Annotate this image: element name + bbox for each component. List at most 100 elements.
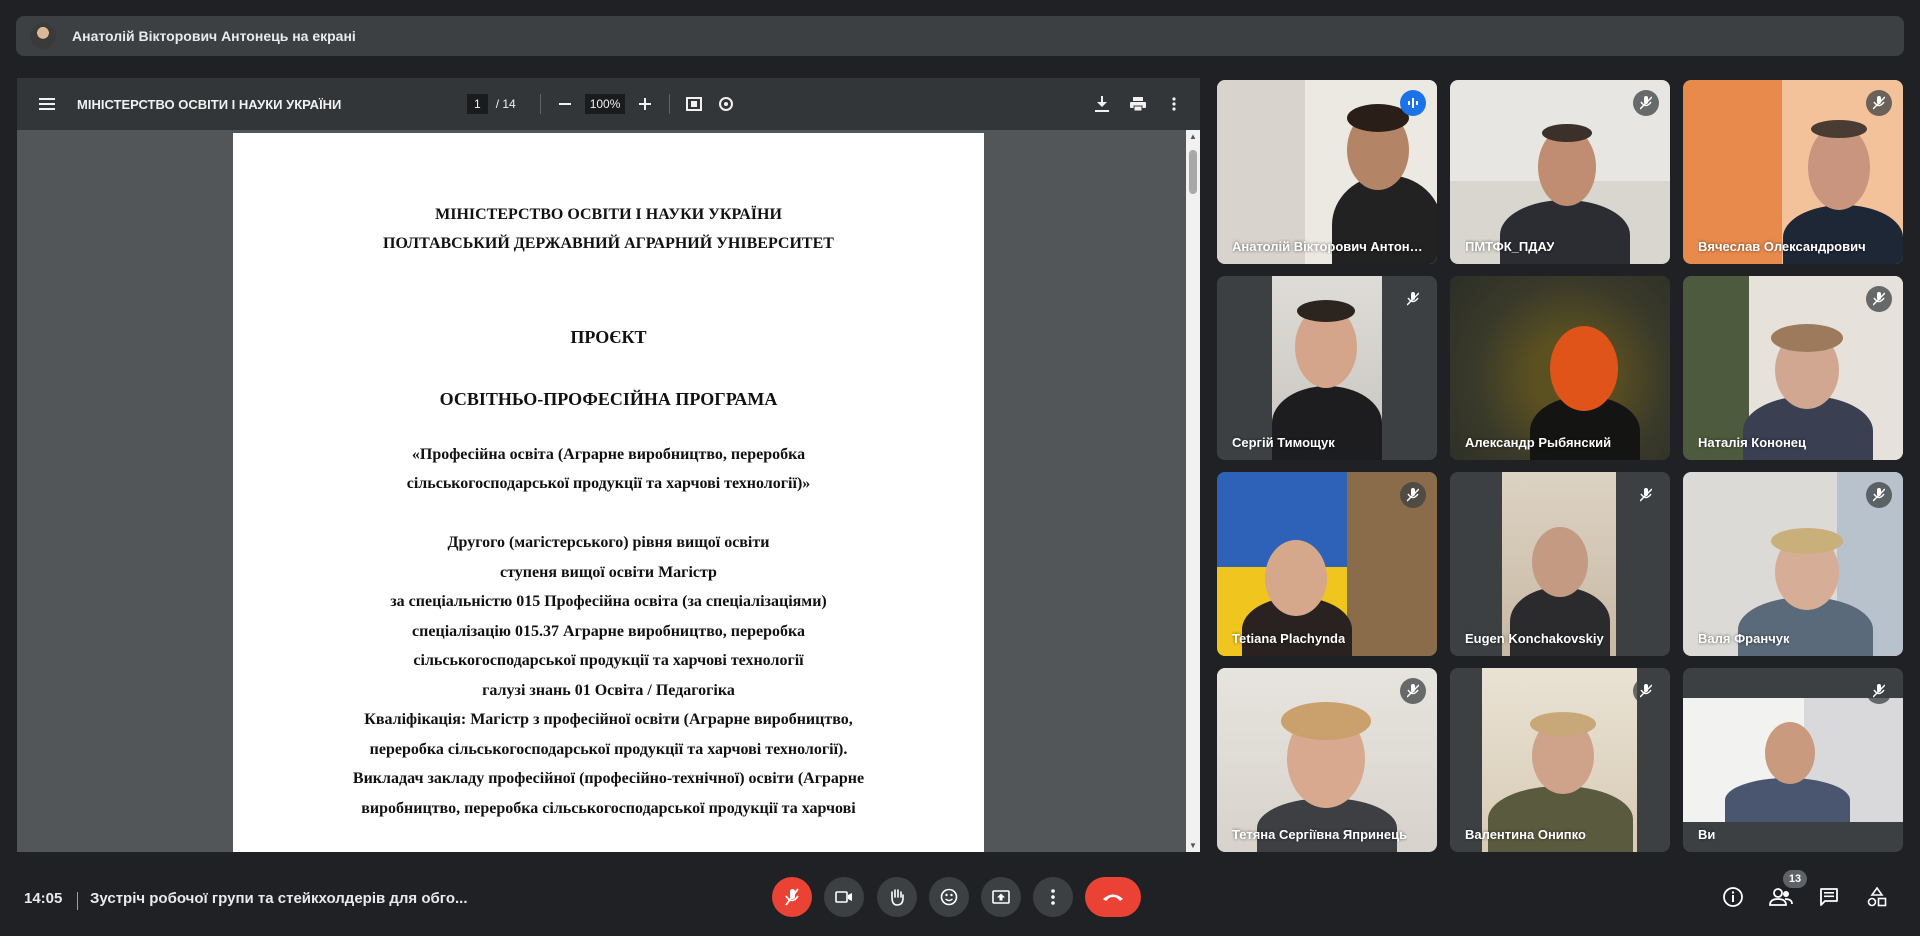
doc-line: МІНІСТЕРСТВО ОСВІТИ І НАУКИ УКРАЇНИ [435, 206, 782, 223]
people-button[interactable] [1767, 883, 1795, 911]
raise-hand-button[interactable] [877, 877, 917, 917]
mic-off-icon [1400, 678, 1426, 704]
emoji-icon [940, 888, 958, 906]
pdf-title: МІНІСТЕРСТВО ОСВІТИ І НАУКИ УКРАЇНИ [77, 96, 342, 112]
participant-video [1450, 276, 1670, 460]
doc-line: ПРОЄКТ [570, 327, 647, 347]
scroll-up-icon[interactable]: ▲ [1189, 132, 1197, 141]
page-total: / 14 [495, 97, 516, 111]
doc-line: спеціалізацію 015.37 Аграрне виробництво… [412, 623, 805, 640]
participant-tile[interactable]: Tetiana Plachynda [1217, 472, 1437, 656]
participant-name: ПМТФК_ПДАУ [1465, 239, 1555, 254]
emoji-button[interactable] [929, 877, 969, 917]
participant-name: Наталія Кононец [1698, 435, 1807, 450]
mic-off-icon [1633, 90, 1659, 116]
meeting-info-button[interactable] [1719, 883, 1747, 911]
toolbar-divider [539, 94, 541, 114]
doc-line: ступеня вищої освіти Магістр [500, 564, 717, 581]
participant-tile[interactable]: Сергій Тимощук [1217, 276, 1437, 460]
doc-line: ОСВІТНЬО-ПРОФЕСІЙНА ПРОГРАМА [439, 389, 778, 409]
toolbar-divider [669, 94, 671, 114]
chat-icon [1820, 888, 1838, 906]
mic-toggle-button[interactable] [772, 877, 812, 917]
participant-name: Сергій Тимощук [1232, 435, 1335, 450]
pdf-toolbar: МІНІСТЕРСТВО ОСВІТИ І НАУКИ УКРАЇНИ 1 / … [17, 78, 1200, 130]
doc-line: ПОЛТАВСЬКИЙ ДЕРЖАВНИЙ АГРАРНИЙ УНІВЕРСИТ… [383, 235, 834, 252]
zoom-out-icon[interactable] [549, 88, 581, 120]
camera-icon [835, 891, 852, 903]
activities-icon [1867, 887, 1887, 907]
scroll-down-icon[interactable]: ▼ [1189, 841, 1197, 850]
chat-button[interactable] [1815, 883, 1843, 911]
pdf-page: МІНІСТЕРСТВО ОСВІТИ І НАУКИ УКРАЇНИ ПОЛТ… [233, 133, 984, 852]
participant-tile[interactable]: Валентина Онипко [1450, 668, 1670, 852]
call-controls-bar: 14:05 Зустріч робочої групи та стейкхолд… [0, 868, 1920, 936]
participant-tile[interactable]: Ви [1683, 668, 1903, 852]
doc-line: переробка сільськогосподарської продукці… [369, 741, 848, 758]
participant-name: Вячеслав Олександрович [1698, 239, 1866, 254]
participant-name: Александр Рыбянский [1465, 435, 1612, 450]
more-vert-icon[interactable] [1158, 88, 1190, 120]
doc-line: за спеціальністю 015 Професійна освіта (… [390, 593, 827, 610]
mic-off-icon [1866, 482, 1892, 508]
participant-name: Тетяна Сергіївна Япринець [1232, 827, 1408, 842]
doc-line: галузі знань 01 Освіта / Педагогіка [482, 682, 735, 699]
participant-name: Tetiana Plachynda [1232, 631, 1346, 646]
presenter-banner-text: Анатолій Вікторович Антонець на екрані [72, 28, 356, 44]
zoom-input[interactable]: 100% [584, 94, 626, 114]
participant-name: Анатолій Вікторович Антонець [1232, 239, 1427, 254]
scrollbar-thumb[interactable] [1189, 150, 1197, 194]
page-number-input[interactable]: 1 [467, 94, 488, 114]
participant-tile[interactable]: Анатолій Вікторович Антонець [1217, 80, 1437, 264]
doc-line: сільськогосподарської продукції та харчо… [413, 652, 804, 669]
participant-tile[interactable]: ПМТФК_ПДАУ [1450, 80, 1670, 264]
present-screen-icon [992, 890, 1010, 904]
print-icon[interactable] [1122, 88, 1154, 120]
fit-page-icon[interactable] [678, 88, 710, 120]
end-call-icon [1103, 894, 1123, 901]
participant-name: Eugen Konchakovskiy [1465, 631, 1604, 646]
doc-line: Другого (магістерського) рівня вищої осв… [447, 534, 770, 551]
doc-line: виробництво, переробка сільськогосподарс… [361, 800, 856, 817]
participant-tile[interactable]: Eugen Konchakovskiy [1450, 472, 1670, 656]
mic-off-icon [1633, 482, 1659, 508]
info-icon [1723, 887, 1743, 907]
presenter-banner: Анатолій Вікторович Антонець на екрані [16, 16, 1904, 56]
mic-off-icon [1866, 286, 1892, 312]
participant-name: Валентина Онипко [1465, 827, 1586, 842]
speaking-indicator-icon [1400, 90, 1426, 116]
end-call-button[interactable] [1085, 877, 1141, 917]
mic-off-icon [1866, 678, 1892, 704]
pdf-scrollbar[interactable]: ▲ ▼ [1186, 130, 1200, 852]
participant-tile[interactable]: Александр Рыбянский [1450, 276, 1670, 460]
doc-line: Кваліфікація: Магістр з професійної осві… [364, 711, 853, 728]
mic-off-icon [785, 888, 799, 906]
mic-off-icon [1866, 90, 1892, 116]
camera-toggle-button[interactable] [824, 877, 864, 917]
doc-line: сільськогосподарської продукції та харчо… [406, 475, 811, 492]
clock-divider [77, 892, 78, 910]
participant-name: Ви [1698, 827, 1716, 842]
doc-line: Викладач закладу професійної (професійно… [352, 770, 865, 787]
activities-button[interactable] [1863, 883, 1891, 911]
participant-tile[interactable]: Вячеслав Олександрович [1683, 80, 1903, 264]
zoom-in-icon[interactable] [629, 88, 661, 120]
rotate-icon[interactable] [710, 88, 742, 120]
menu-icon[interactable] [31, 88, 63, 120]
download-icon[interactable] [1086, 88, 1118, 120]
mic-off-icon [1400, 482, 1426, 508]
participant-name: Валя Франчук [1698, 631, 1790, 646]
participant-tile[interactable]: Тетяна Сергіївна Япринець [1217, 668, 1437, 852]
meeting-title: Зустріч робочої групи та стейкхолдерів д… [90, 890, 468, 907]
more-options-button[interactable] [1033, 877, 1073, 917]
doc-line: «Професійна освіта (Аграрне виробництво,… [411, 446, 806, 463]
present-screen-button[interactable] [981, 877, 1021, 917]
presenter-avatar [30, 23, 56, 49]
meeting-clock: 14:05 [24, 890, 63, 907]
participant-tile[interactable]: Наталія Кононец [1683, 276, 1903, 460]
raise-hand-icon [891, 889, 904, 906]
people-icon [1769, 888, 1793, 906]
mic-off-icon [1633, 678, 1659, 704]
pdf-viewer: МІНІСТЕРСТВО ОСВІТИ І НАУКИ УКРАЇНИ 1 / … [17, 78, 1200, 852]
participant-tile[interactable]: Валя Франчук [1683, 472, 1903, 656]
